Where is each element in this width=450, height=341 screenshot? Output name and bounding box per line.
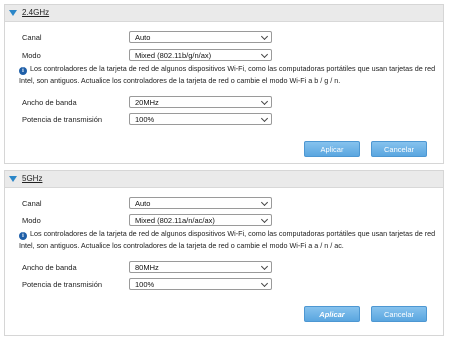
apply-button-5[interactable]: Aplicar xyxy=(304,306,360,322)
power-select-value: 100% xyxy=(135,115,155,124)
modo-row-24: Modo Mixed (802.11b/g/n/ax) xyxy=(5,49,443,63)
modo-select-5[interactable]: Mixed (802.11a/n/ac/ax) xyxy=(129,214,272,226)
bandwidth-label: Ancho de banda xyxy=(22,98,77,107)
modo-select-24[interactable]: Mixed (802.11b/g/n/ax) xyxy=(129,49,272,61)
power-label: Potencia de transmisión xyxy=(22,115,103,124)
collapse-triangle-icon[interactable] xyxy=(9,10,17,16)
canal-select-24[interactable]: Auto xyxy=(129,31,272,43)
bandwidth-row-24: Ancho de banda 20MHz xyxy=(5,96,443,110)
power-select-24[interactable]: 100% xyxy=(129,113,272,125)
note-text: Los controladores de la tarjeta de red d… xyxy=(19,64,436,85)
modo-select-value: Mixed (802.11b/g/n/ax) xyxy=(135,51,212,60)
band-5ghz-header[interactable]: 5GHz xyxy=(5,171,443,188)
bandwidth-label: Ancho de banda xyxy=(22,263,77,272)
chevron-down-icon xyxy=(260,215,269,224)
note-text: Los controladores de la tarjeta de red d… xyxy=(19,229,436,250)
info-icon: i xyxy=(19,67,27,75)
modo-select-value: Mixed (802.11a/n/ac/ax) xyxy=(135,216,215,225)
bandwidth-select-24[interactable]: 20MHz xyxy=(129,96,272,108)
chevron-down-icon xyxy=(260,32,269,41)
wifi-settings-page: 2.4GHz Canal Auto Modo Mixed (802.11b/g/… xyxy=(0,0,450,341)
band-24ghz-title[interactable]: 2.4GHz xyxy=(22,8,49,17)
bandwidth-select-value: 20MHz xyxy=(135,98,159,107)
chevron-down-icon xyxy=(260,97,269,106)
bandwidth-select-5[interactable]: 80MHz xyxy=(129,261,272,273)
chevron-down-icon xyxy=(260,50,269,59)
power-label: Potencia de transmisión xyxy=(22,280,103,289)
canal-row-24: Canal Auto xyxy=(5,31,443,45)
power-row-24: Potencia de transmisión 100% xyxy=(5,113,443,127)
canal-label: Canal xyxy=(22,33,42,42)
modo-row-5: Modo Mixed (802.11a/n/ac/ax) xyxy=(5,214,443,228)
modo-label: Modo xyxy=(22,216,41,225)
band-24ghz-panel: 2.4GHz Canal Auto Modo Mixed (802.11b/g/… xyxy=(4,4,444,164)
canal-select-value: Auto xyxy=(135,33,151,42)
collapse-triangle-icon[interactable] xyxy=(9,176,17,182)
band-5ghz-title[interactable]: 5GHz xyxy=(22,174,42,183)
power-select-value: 100% xyxy=(135,280,155,289)
band-24ghz-header[interactable]: 2.4GHz xyxy=(5,5,443,22)
apply-button-24[interactable]: Aplicar xyxy=(304,141,360,157)
info-icon: i xyxy=(19,232,27,240)
cancel-button-24[interactable]: Cancelar xyxy=(371,141,427,157)
chevron-down-icon xyxy=(260,279,269,288)
chevron-down-icon xyxy=(260,198,269,207)
power-select-5[interactable]: 100% xyxy=(129,278,272,290)
bandwidth-select-value: 80MHz xyxy=(135,263,159,272)
chevron-down-icon xyxy=(260,262,269,271)
canal-label: Canal xyxy=(22,199,42,208)
power-row-5: Potencia de transmisión 100% xyxy=(5,278,443,292)
canal-select-value: Auto xyxy=(135,199,151,208)
cancel-button-5[interactable]: Cancelar xyxy=(371,306,427,322)
band-5ghz-panel: 5GHz Canal Auto Modo Mixed (802.11a/n/ac… xyxy=(4,170,444,336)
canal-select-5[interactable]: Auto xyxy=(129,197,272,209)
compatibility-note-24: i Los controladores de la tarjeta de red … xyxy=(19,63,439,86)
modo-label: Modo xyxy=(22,51,41,60)
canal-row-5: Canal Auto xyxy=(5,197,443,211)
compatibility-note-5: i Los controladores de la tarjeta de red … xyxy=(19,228,439,251)
chevron-down-icon xyxy=(260,114,269,123)
bandwidth-row-5: Ancho de banda 80MHz xyxy=(5,261,443,275)
